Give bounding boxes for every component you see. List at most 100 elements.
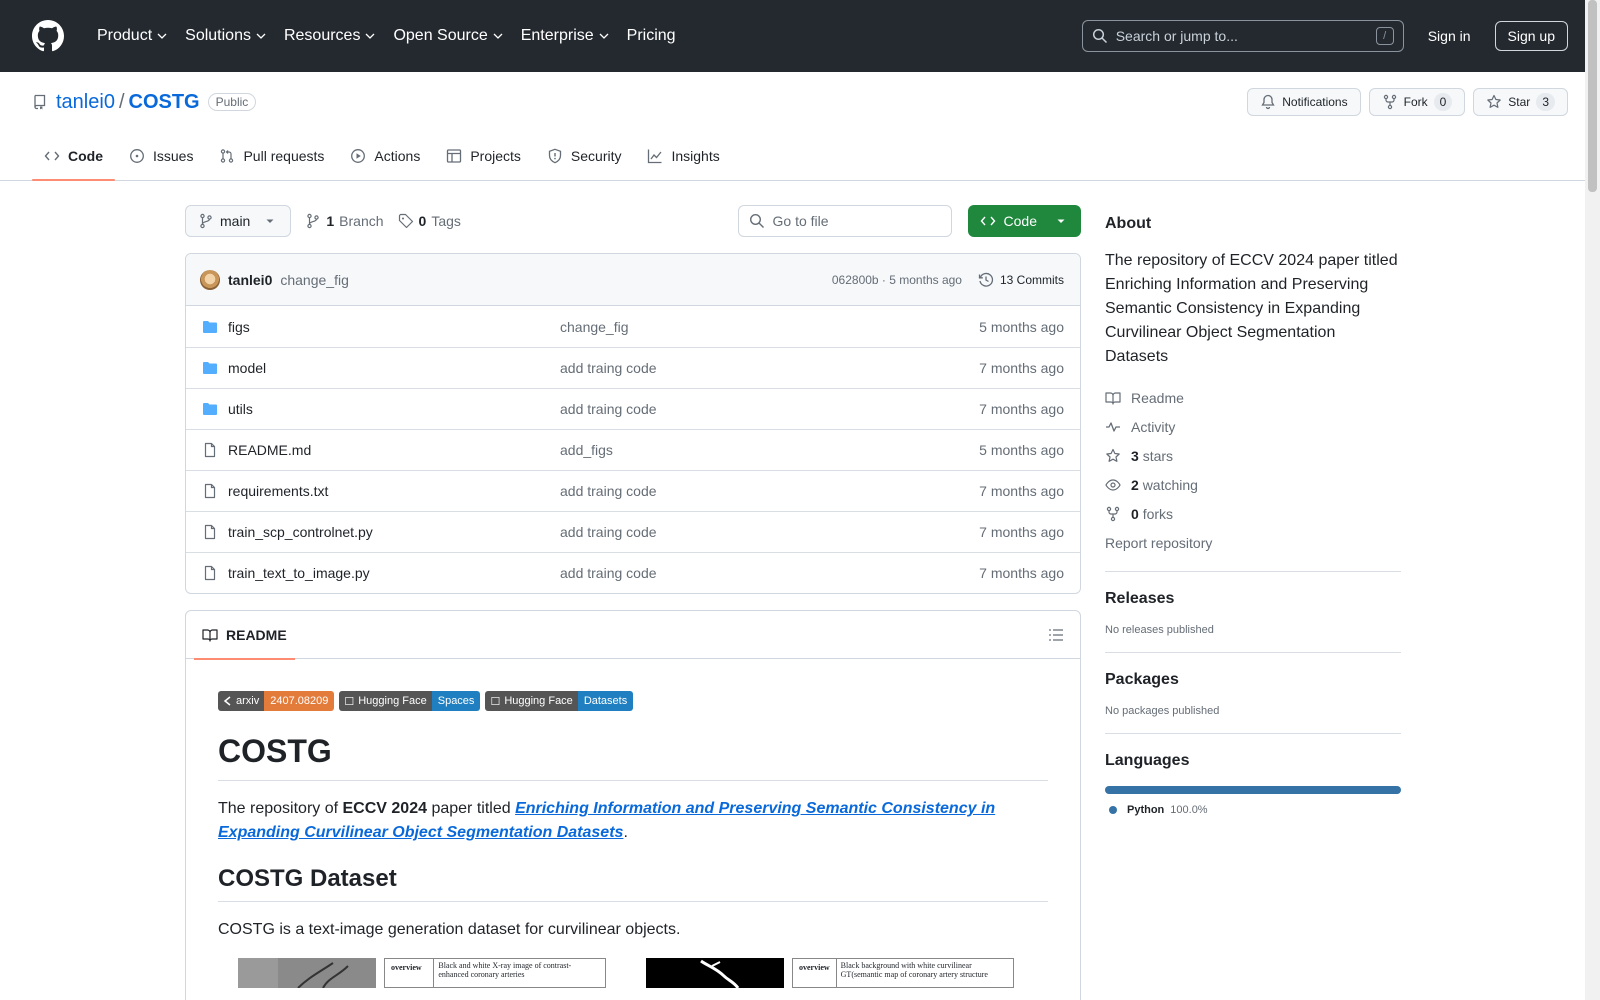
commit-message-link[interactable]: change_fig	[280, 272, 349, 288]
repo-name-link[interactable]: COSTG	[129, 91, 200, 114]
scrollbar-thumb[interactable]	[1588, 0, 1597, 192]
file-age: 5 months ago	[979, 318, 1064, 335]
file-age: 7 months ago	[979, 360, 1064, 376]
fork-button[interactable]: Fork 0	[1368, 88, 1466, 116]
watching-label: watching	[1142, 476, 1198, 493]
tab-actions[interactable]: Actions	[338, 132, 432, 180]
arxiv-badge[interactable]: arxiv 2407.08209	[218, 691, 335, 711]
file-commit-message[interactable]: add_figs	[560, 442, 979, 458]
file-row[interactable]: figs change_fig 5 months ago	[186, 306, 1080, 347]
tab-label: Issues	[153, 148, 194, 164]
tab-code[interactable]: Code	[32, 132, 115, 181]
page-scrollbar[interactable]	[1585, 0, 1600, 1000]
repo-title-row: tanlei0 / COSTG Public Notifications For…	[32, 72, 1568, 132]
chevron-down-icon	[493, 33, 503, 39]
tab-insights[interactable]: Insights	[635, 132, 731, 180]
file-commit-message[interactable]: change_fig	[560, 319, 979, 335]
file-commit-message[interactable]: add traing code	[560, 401, 979, 417]
branch-icon	[307, 213, 320, 229]
stars-count: 3	[1131, 447, 1139, 464]
file-row[interactable]: README.md add_figs 5 months ago	[186, 429, 1080, 470]
file-name-link[interactable]: utils	[228, 401, 560, 417]
forks-link[interactable]: 0 forks	[1105, 499, 1401, 528]
file-age: 5 months ago	[979, 442, 1064, 458]
file-name-link[interactable]: requirements.txt	[228, 483, 560, 499]
file-commit-message[interactable]: add traing code	[560, 565, 979, 581]
fork-icon	[1383, 94, 1396, 110]
file-row[interactable]: utils add traing code 7 months ago	[186, 388, 1080, 429]
notifications-button[interactable]: Notifications	[1247, 88, 1361, 116]
hf-spaces-badge[interactable]: ☐ Hugging Face Spaces	[339, 691, 481, 711]
nav-enterprise[interactable]: Enterprise	[512, 27, 618, 45]
nav-resources[interactable]: Resources	[275, 27, 384, 45]
report-repository-link[interactable]: Report repository	[1105, 528, 1401, 557]
intro-mid: paper titled	[427, 800, 516, 817]
packages-section: Packages No packages published	[1105, 652, 1401, 717]
star-button[interactable]: Star 3	[1473, 88, 1568, 116]
forks-count: 0	[1131, 505, 1139, 522]
file-name-link[interactable]: figs	[228, 319, 560, 335]
tab-issues[interactable]: Issues	[117, 132, 205, 180]
sign-up-button[interactable]: Sign up	[1494, 21, 1568, 51]
language-item[interactable]: Python 100.0%	[1105, 804, 1401, 816]
tab-security[interactable]: Security	[535, 132, 634, 180]
repo-icon	[34, 94, 46, 110]
language-bar	[1105, 786, 1401, 794]
branches-link[interactable]: 1 Branch	[305, 213, 384, 229]
file-name-link[interactable]: train_text_to_image.py	[228, 565, 560, 581]
repo-owner-link[interactable]: tanlei0	[56, 91, 115, 114]
packages-text: No packages published	[1105, 705, 1220, 717]
pulse-icon	[1106, 421, 1120, 432]
activity-link-label: Activity	[1131, 418, 1176, 435]
watching-link[interactable]: 2 watching	[1105, 470, 1401, 499]
readme-link[interactable]: Readme	[1105, 383, 1401, 412]
code-icon	[980, 216, 995, 226]
commits-history-link[interactable]: 13 Commits	[978, 272, 1064, 288]
avatar[interactable]	[200, 269, 220, 290]
go-to-file-input[interactable]: Go to file	[737, 205, 952, 237]
tags-link[interactable]: 0 Tags	[398, 213, 461, 229]
latest-commit: tanlei0 change_fig 062800b · 5 months ag…	[186, 254, 1080, 306]
search-icon	[749, 213, 764, 228]
nav-label: Pricing	[626, 27, 676, 44]
branch-select-button[interactable]: main	[185, 205, 292, 237]
readme-link-label: Readme	[1131, 389, 1184, 406]
sign-in-link[interactable]: Sign in	[1428, 28, 1471, 44]
file-list: figs change_fig 5 months ago model add train…	[186, 306, 1080, 593]
tab-projects[interactable]: Projects	[434, 132, 533, 180]
readme-tab[interactable]: README	[194, 611, 295, 660]
nav-open-source[interactable]: Open Source	[384, 27, 511, 45]
file-name-link[interactable]: train_scp_controlnet.py	[228, 524, 560, 540]
repo-content: main 1 Branch 0 Tags Go to file Code tan…	[185, 205, 1081, 1000]
file-row[interactable]: train_text_to_image.py add traing code 7 m…	[186, 552, 1080, 593]
github-logo-icon[interactable]	[32, 20, 64, 52]
releases-heading[interactable]: Releases	[1105, 590, 1401, 608]
file-name-link[interactable]: model	[228, 360, 560, 376]
file-name-link[interactable]: README.md	[228, 442, 560, 458]
intro-bold: ECCV 2024	[342, 800, 428, 817]
file-commit-message[interactable]: add traing code	[560, 360, 979, 376]
commit-author-link[interactable]: tanlei0	[228, 272, 272, 288]
packages-heading[interactable]: Packages	[1105, 671, 1401, 689]
file-commit-message[interactable]: add traing code	[560, 483, 979, 499]
activity-link[interactable]: Activity	[1105, 412, 1401, 441]
file-commit-message[interactable]: add traing code	[560, 524, 979, 540]
branch-icon	[200, 213, 212, 229]
nav-pricing[interactable]: Pricing	[618, 27, 685, 45]
file-row[interactable]: requirements.txt add traing code 7 months …	[186, 470, 1080, 511]
tag-label: Tags	[431, 213, 461, 229]
history-icon	[978, 272, 994, 287]
hf-datasets-badge[interactable]: ☐ Hugging Face Datasets	[485, 691, 634, 711]
tab-label: Security	[570, 148, 622, 164]
releases-section: Releases No releases published	[1105, 571, 1401, 636]
commit-meta[interactable]: 062800b · 5 months ago	[832, 273, 962, 287]
stars-link[interactable]: 3 stars	[1105, 441, 1401, 470]
outline-icon[interactable]	[1048, 627, 1064, 643]
nav-product[interactable]: Product	[88, 27, 176, 45]
file-row[interactable]: model add traing code 7 months ago	[186, 347, 1080, 388]
search-input[interactable]: Search or jump to... /	[1081, 20, 1404, 52]
file-row[interactable]: train_scp_controlnet.py add traing code 7 …	[186, 511, 1080, 552]
nav-solutions[interactable]: Solutions	[176, 27, 275, 45]
code-dropdown-button[interactable]: Code	[967, 205, 1081, 237]
tab-pull-requests[interactable]: Pull requests	[207, 132, 336, 180]
